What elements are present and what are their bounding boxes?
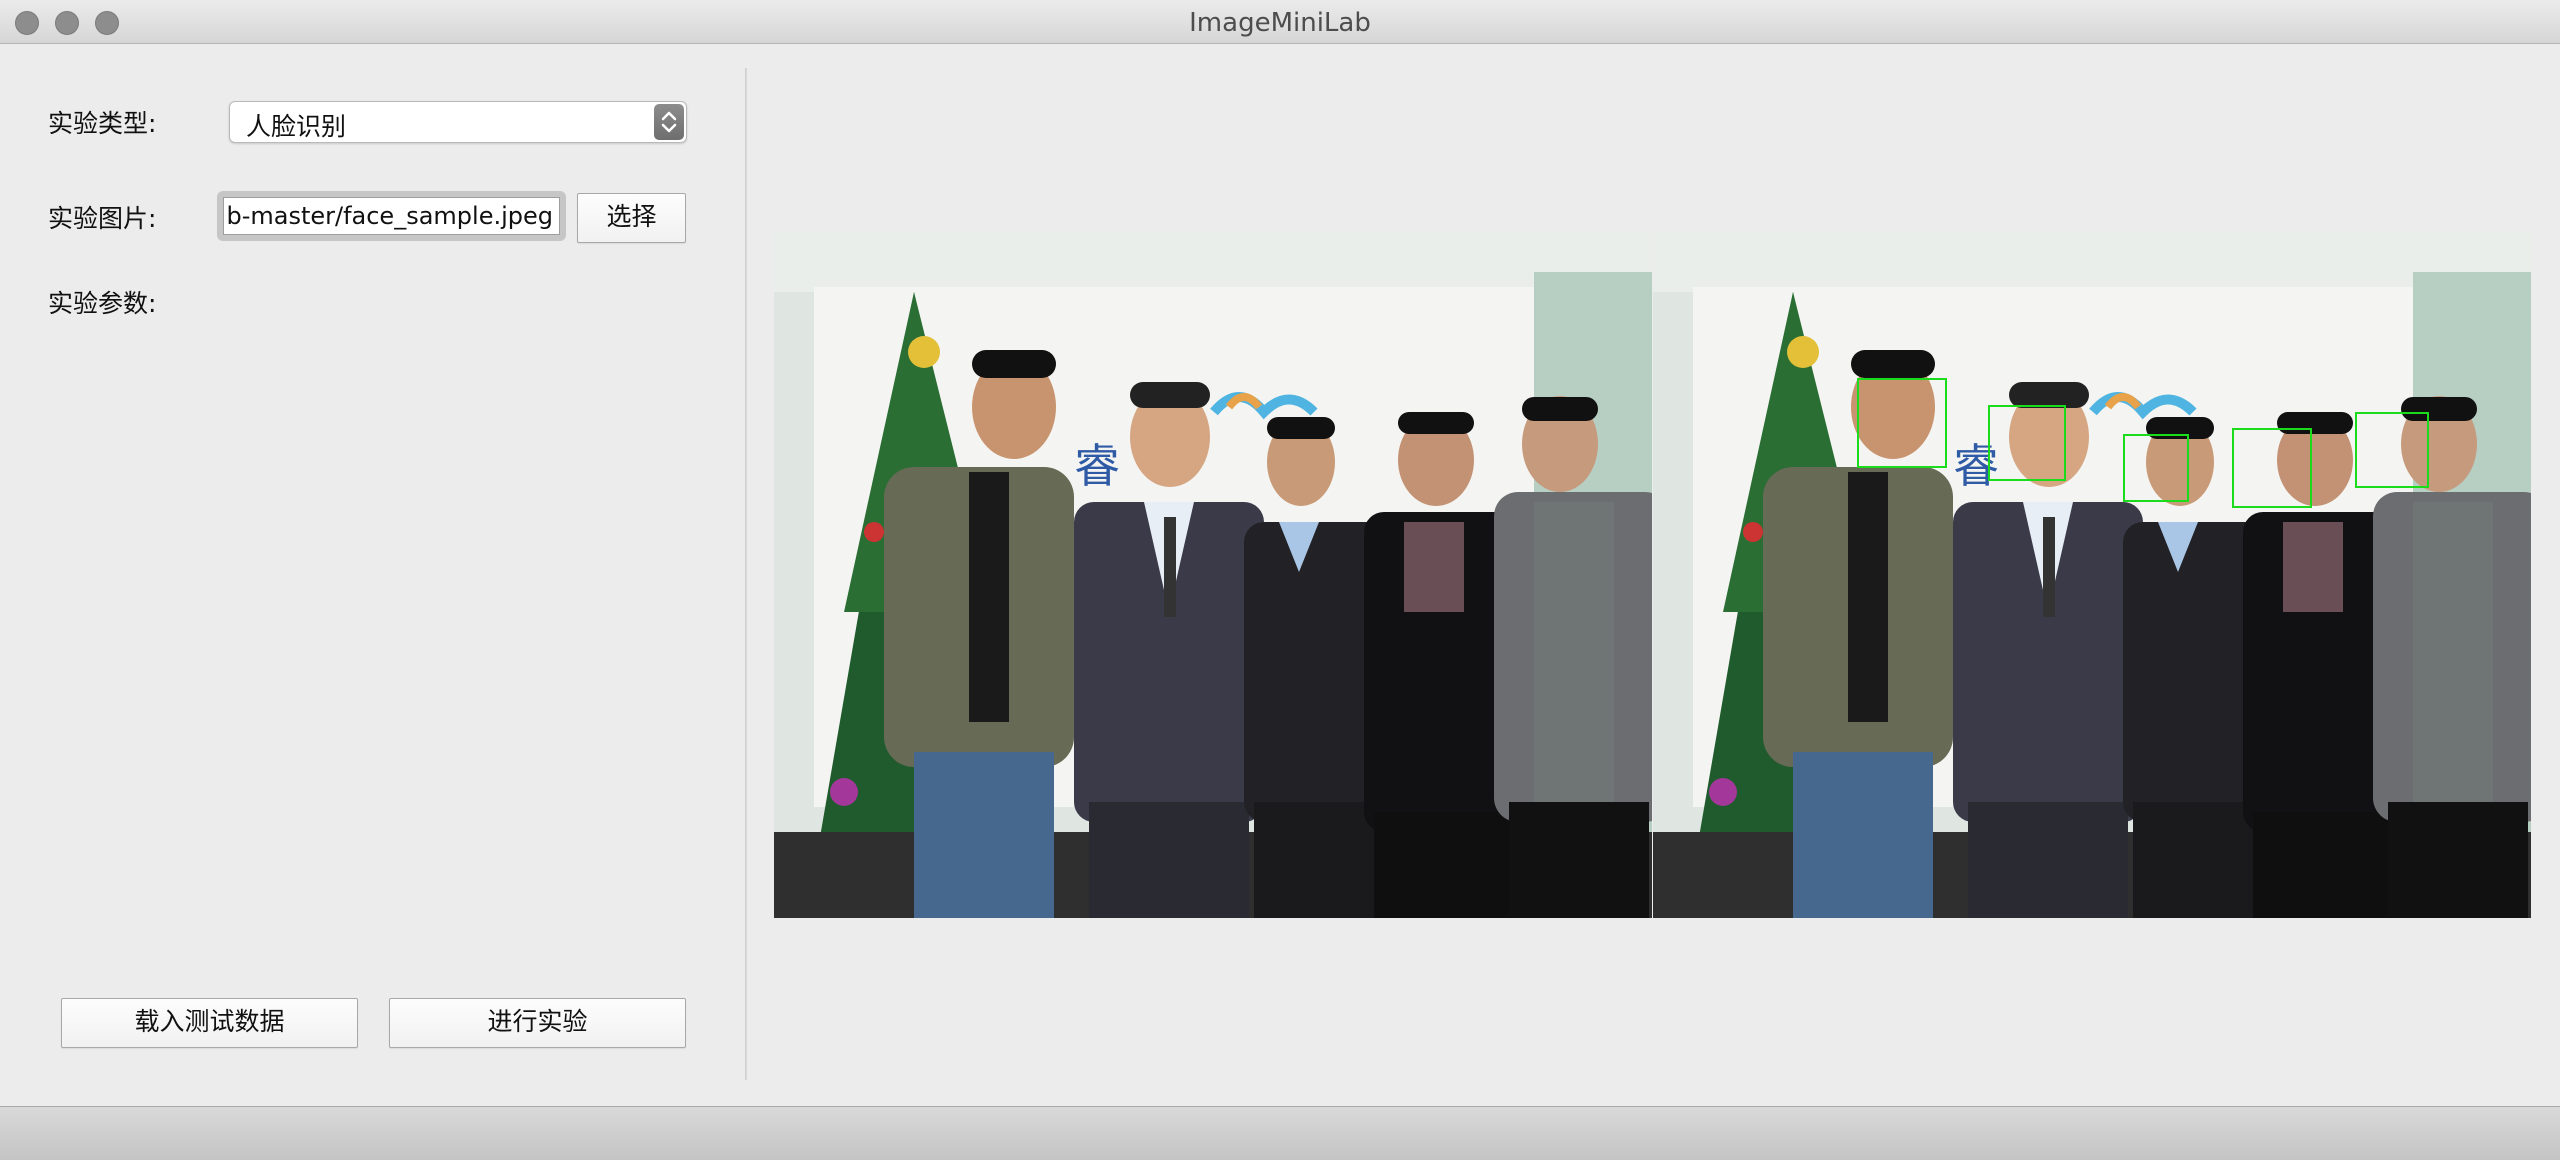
experiment-type-value: 人脸识别	[246, 112, 347, 141]
svg-text:睿: 睿	[1074, 439, 1120, 493]
choose-image-label: 选择	[606, 202, 657, 231]
choose-image-button[interactable]: 选择	[577, 193, 686, 243]
face-box	[1857, 378, 1947, 468]
image-path-value: b-master/face_sample.jpeg	[226, 202, 553, 230]
result-image: 睿	[1653, 232, 2531, 918]
experiment-params-label: 实验参数:	[48, 289, 157, 318]
run-experiment-label: 进行实验	[487, 1007, 588, 1036]
experiment-image-label: 实验图片:	[48, 204, 157, 233]
window-title: ImageMiniLab	[1189, 8, 1371, 38]
face-box	[2355, 412, 2429, 488]
panel-divider	[745, 68, 747, 1080]
app-window: ImageMiniLab 实验类型: 人脸识别 实验图片: b-master/f…	[0, 0, 2560, 1160]
face-box	[2232, 428, 2312, 508]
load-test-data-button[interactable]: 载入测试数据	[61, 998, 358, 1048]
bottom-bar	[0, 1106, 2560, 1160]
title-bar: ImageMiniLab	[0, 0, 2560, 44]
face-box	[2123, 434, 2189, 502]
image-path-focus-ring: b-master/face_sample.jpeg	[217, 191, 566, 241]
face-box	[1988, 405, 2066, 481]
run-experiment-button[interactable]: 进行实验	[389, 998, 686, 1048]
experiment-type-select[interactable]: 人脸识别	[229, 101, 687, 143]
original-image: 睿	[774, 232, 1652, 918]
load-test-data-label: 载入测试数据	[134, 1007, 285, 1036]
chevron-updown-icon	[654, 104, 684, 140]
image-path-input[interactable]: b-master/face_sample.jpeg	[223, 197, 560, 235]
experiment-type-label: 实验类型:	[48, 109, 157, 138]
